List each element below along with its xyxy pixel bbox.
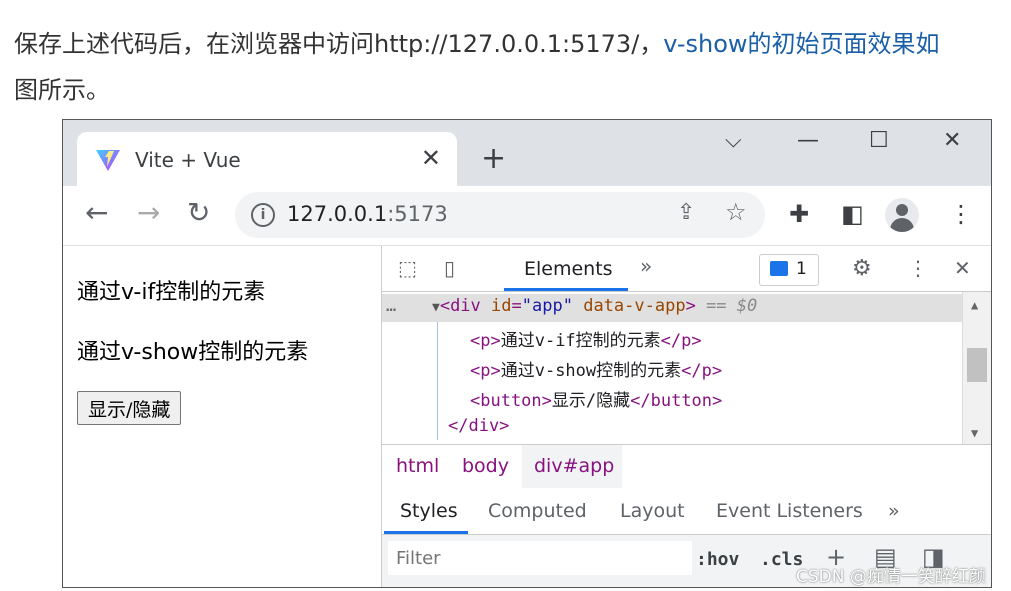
browser-toolbar: ← → ↻ i 127.0.0.1:5173 ⇪ ☆ ✚ ◧ ⋮ — [63, 186, 991, 246]
devtools-toolbar: ⬚ ▯ Elements » 1 ⚙ ⋮ ✕ — [382, 246, 991, 292]
profile-avatar-icon[interactable] — [885, 198, 919, 232]
tab-title: Vite + Vue — [135, 148, 241, 172]
div-app-node[interactable]: ▼<div id="app" data-v-app> == $0 — [432, 296, 757, 316]
tab-event-listeners[interactable]: Event Listeners — [716, 500, 863, 522]
toggle-button[interactable]: 显示/隐藏 — [77, 391, 182, 425]
side-panel-icon[interactable]: ◧ — [841, 200, 864, 228]
crumb-body[interactable]: body — [462, 455, 509, 477]
issues-count: 1 — [796, 259, 807, 279]
forward-button[interactable]: → — [137, 198, 160, 228]
article-text: 保存上述代码后，在浏览器中访问http://127.0.0.1:5173/， — [14, 30, 664, 58]
scroll-up-icon[interactable]: ▲ — [971, 298, 978, 312]
tab-vite-vue[interactable]: Vite + Vue ✕ — [77, 132, 457, 186]
close-window-button[interactable]: ✕ — [943, 128, 961, 153]
extensions-icon[interactable]: ✚ — [789, 200, 809, 228]
tab-computed[interactable]: Computed — [488, 500, 587, 522]
p-node-1[interactable]: <p>通过v-if控制的元素</p> — [470, 326, 702, 351]
scroll-thumb[interactable] — [967, 348, 987, 382]
inspect-element-icon[interactable]: ⬚ — [398, 256, 417, 280]
message-icon — [770, 261, 788, 276]
hov-button[interactable]: :hov — [696, 549, 739, 570]
dom-scrollbar[interactable]: ▲ ▼ — [962, 292, 991, 444]
crumb-div-app[interactable]: div#app — [534, 455, 614, 477]
share-icon[interactable]: ⇪ — [677, 200, 695, 225]
vite-logo-icon — [96, 150, 120, 171]
page-content: 通过v-if控制的元素 通过v-show控制的元素 显示/隐藏 — [63, 246, 381, 587]
tab-layout[interactable]: Layout — [620, 500, 685, 522]
tab-search-icon[interactable]: ⌵ — [725, 128, 742, 153]
bookmark-star-icon[interactable]: ☆ — [725, 198, 747, 226]
v-if-paragraph: 通过v-if控制的元素 — [77, 280, 266, 305]
indent-guide — [437, 322, 438, 440]
minimize-button[interactable]: — — [797, 128, 819, 153]
article-line-2: 图所示。 — [14, 76, 110, 104]
browser-window: Vite + Vue ✕ + ⌵ — ☐ ✕ ← → ↻ i 127.0.0.1… — [62, 119, 992, 588]
tab-elements[interactable]: Elements — [524, 258, 613, 280]
site-info-icon[interactable]: i — [251, 203, 275, 227]
breadcrumb: html body div#app — [382, 444, 991, 489]
devtools-menu-icon[interactable]: ⋮ — [908, 256, 928, 280]
tab-close-icon[interactable]: ✕ — [421, 144, 441, 172]
settings-gear-icon[interactable]: ⚙ — [852, 256, 872, 281]
watermark: CSDN @痴情一笑醉红颜 — [796, 567, 986, 587]
tab-strip: Vite + Vue ✕ + ⌵ — ☐ ✕ — [63, 120, 991, 186]
v-show-paragraph: 通过v-show控制的元素 — [77, 340, 309, 365]
tab-active-indicator — [504, 288, 628, 291]
styles-tabs: Styles Computed Layout Event Listeners » — [382, 488, 991, 535]
back-button[interactable]: ← — [85, 198, 108, 228]
devtools-panel: ⬚ ▯ Elements » 1 ⚙ ⋮ ✕ … ▼<div id="app" … — [381, 246, 991, 587]
reload-button[interactable]: ↻ — [187, 198, 210, 228]
more-tabs-icon[interactable]: » — [640, 254, 652, 278]
p-node-2[interactable]: <p>通过v-show控制的元素</p> — [470, 356, 722, 381]
div-close-node[interactable]: </div> — [448, 416, 509, 436]
tab-styles[interactable]: Styles — [400, 500, 458, 522]
node-ellipsis[interactable]: … — [386, 296, 396, 316]
device-toolbar-icon[interactable]: ▯ — [444, 256, 455, 280]
issues-badge[interactable]: 1 — [759, 254, 819, 286]
article-link[interactable]: v-show的初始页面效果如 — [663, 30, 939, 58]
maximize-button[interactable]: ☐ — [869, 128, 889, 153]
more-style-tabs-icon[interactable]: » — [888, 500, 900, 522]
styles-tab-indicator — [384, 531, 468, 534]
dom-tree: … ▼<div id="app" data-v-app> == $0 <p>通过… — [382, 292, 991, 444]
filter-input[interactable] — [388, 541, 692, 575]
new-tab-button[interactable]: + — [481, 142, 506, 176]
expand-arrow-icon[interactable]: ▼ — [432, 300, 440, 315]
button-node[interactable]: <button>显示/隐藏</button> — [470, 386, 722, 411]
scroll-down-icon[interactable]: ▼ — [971, 426, 978, 440]
address-bar[interactable]: i 127.0.0.1:5173 ⇪ ☆ — [235, 192, 765, 238]
article-line-1: 保存上述代码后，在浏览器中访问http://127.0.0.1:5173/，v-… — [14, 22, 1011, 67]
url-text: 127.0.0.1:5173 — [287, 202, 448, 226]
devtools-close-icon[interactable]: ✕ — [954, 256, 971, 280]
browser-menu-icon[interactable]: ⋮ — [949, 200, 973, 228]
crumb-html[interactable]: html — [396, 455, 439, 477]
